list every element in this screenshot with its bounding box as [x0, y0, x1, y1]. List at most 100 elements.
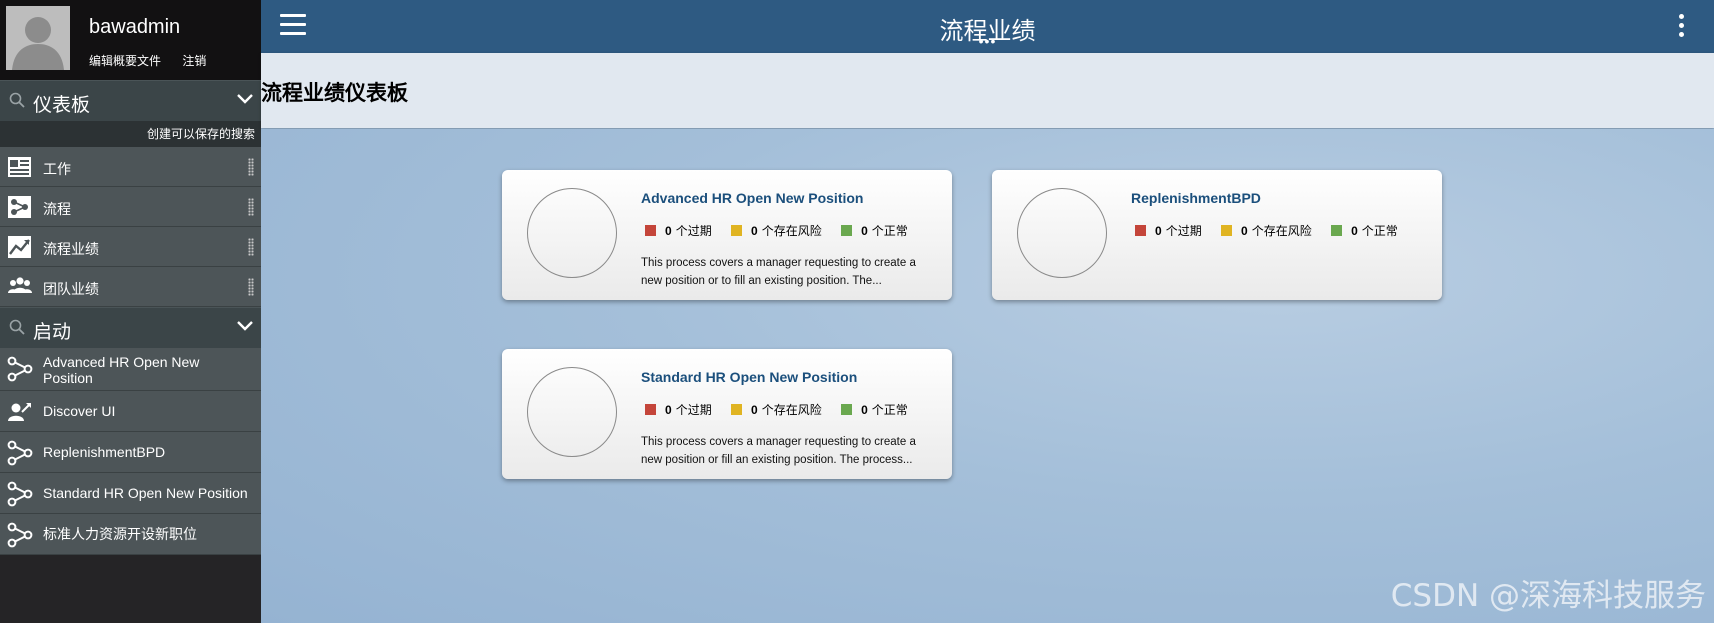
overdue-stat: 0 个过期	[645, 401, 712, 418]
launch-item-standard-hr-chinese[interactable]: 标准人力资源开设新职位	[0, 514, 261, 555]
on-track-status-icon	[841, 404, 853, 415]
sidebar-item-label: 工作	[43, 161, 71, 177]
overdue-status-icon	[645, 225, 656, 236]
discover-user-icon	[8, 403, 31, 421]
launch-item-label: Discover UI	[43, 403, 116, 419]
launch-item-label: ReplenishmentBPD	[43, 444, 166, 460]
drag-handle-icon[interactable]	[248, 238, 254, 256]
overdue-label: 个过期	[675, 403, 712, 417]
profile-panel: bawadmin 编辑概要文件 注销	[0, 0, 261, 80]
on-track-status-icon	[1331, 225, 1343, 236]
on-track-stat: 0 个正常	[841, 401, 908, 418]
user-silhouette-icon	[6, 6, 70, 70]
overdue-label: 个过期	[675, 224, 712, 238]
on-track-label: 个正常	[1361, 224, 1398, 238]
dashboards-section-header[interactable]: 仪表板	[0, 80, 261, 121]
launch-section-header[interactable]: 启动	[0, 307, 261, 348]
on-track-status-icon	[841, 225, 853, 236]
on-track-label: 个正常	[871, 403, 908, 417]
at-risk-stat: 0 个存在风险	[1221, 222, 1312, 239]
process-flow-icon	[7, 481, 33, 507]
at-risk-stat: 0 个存在风险	[731, 401, 822, 418]
overdue-status-icon	[1135, 225, 1146, 236]
process-status-summary: 0 个过期 0 个存在风险 0 个正常	[1135, 222, 1414, 239]
launch-item-label: Advanced HR Open New Position	[43, 354, 200, 386]
launch-item-advanced-hr[interactable]: Advanced HR Open New Position	[0, 348, 261, 391]
at-risk-label: 个存在风险	[1251, 224, 1312, 238]
launch-section-title: 启动	[33, 322, 72, 343]
launch-item-label: 标准人力资源开设新职位	[43, 526, 197, 542]
at-risk-status-icon	[1221, 225, 1233, 236]
process-card-title[interactable]: ReplenishmentBPD	[1131, 190, 1261, 206]
overdue-stat: 0 个过期	[1135, 222, 1202, 239]
create-saved-search-link[interactable]: 创建可以保存的搜索	[0, 121, 261, 147]
overdue-count: 0	[665, 403, 672, 417]
process-card-description: This process covers a manager requesting…	[641, 436, 916, 466]
on-track-count: 0	[861, 403, 868, 417]
process-card-title[interactable]: Standard HR Open New Position	[641, 369, 857, 385]
launch-item-replenishment[interactable]: ReplenishmentBPD	[0, 432, 261, 473]
process-card[interactable]: ReplenishmentBPD 0 个过期 0 个存在风险 0 个正常	[992, 170, 1442, 300]
process-flow-icon	[7, 522, 33, 548]
on-track-stat: 0 个正常	[841, 222, 908, 239]
sidebar-item-label: 流程业绩	[43, 241, 99, 257]
watermark: CSDN @深海科技服务	[1390, 578, 1706, 614]
logout-link[interactable]: 注销	[182, 54, 206, 68]
at-risk-status-icon	[731, 225, 743, 236]
process-flow-icon	[7, 440, 33, 466]
drag-handle-icon[interactable]	[248, 198, 254, 216]
overdue-count: 0	[1155, 224, 1162, 238]
on-track-stat: 0 个正常	[1331, 222, 1398, 239]
trend-icon	[8, 236, 31, 258]
process-status-summary: 0 个过期 0 个存在风险 0 个正常	[645, 222, 924, 239]
page-header: 流程业绩仪表板	[261, 53, 1714, 128]
at-risk-count: 0	[1241, 224, 1248, 238]
sidebar-item-process-performance[interactable]: 流程业绩	[0, 227, 261, 267]
sidebar-item-label: 团队业绩	[43, 281, 99, 297]
sidebar-item-label: 流程	[43, 201, 71, 217]
process-flow-icon	[7, 356, 33, 382]
at-risk-label: 个存在风险	[761, 224, 822, 238]
team-icon	[8, 277, 32, 293]
sidebar-item-team-performance[interactable]: 团队业绩	[0, 267, 261, 307]
chevron-down-icon[interactable]	[237, 93, 253, 105]
drag-handle-icon[interactable]	[248, 278, 254, 296]
process-card-description: This process covers a manager requesting…	[641, 257, 916, 287]
process-icon	[8, 196, 31, 218]
search-icon	[9, 92, 25, 108]
search-icon	[9, 319, 25, 335]
on-track-count: 0	[861, 224, 868, 238]
profile-links: 编辑概要文件 注销	[89, 52, 224, 69]
process-card[interactable]: Standard HR Open New Position 0 个过期 0 个存在风…	[502, 349, 952, 479]
process-card[interactable]: Advanced HR Open New Position 0 个过期 0 个存在风…	[502, 170, 952, 300]
at-risk-count: 0	[751, 224, 758, 238]
process-card-title[interactable]: Advanced HR Open New Position	[641, 190, 863, 206]
launch-item-standard-hr[interactable]: Standard HR Open New Position	[0, 473, 261, 514]
sidebar-item-work[interactable]: 工作	[0, 147, 261, 187]
overdue-label: 个过期	[1165, 224, 1202, 238]
status-donut-chart	[1017, 188, 1107, 278]
status-donut-chart	[527, 367, 617, 457]
on-track-label: 个正常	[871, 224, 908, 238]
title-dots-icon[interactable]: •••	[261, 34, 1714, 48]
overdue-status-icon	[645, 404, 656, 415]
at-risk-label: 个存在风险	[761, 403, 822, 417]
dashboard-content: Advanced HR Open New Position 0 个过期 0 个存在风…	[261, 129, 1714, 623]
dashboard-heading: 流程业绩仪表板	[261, 82, 408, 105]
at-risk-status-icon	[731, 404, 743, 415]
launch-item-label: Standard HR Open New Position	[43, 485, 248, 501]
on-track-count: 0	[1351, 224, 1358, 238]
sidebar: bawadmin 编辑概要文件 注销 仪表板 创建可以保存的搜索 工作 流程 流…	[0, 0, 261, 623]
overdue-count: 0	[665, 224, 672, 238]
sidebar-item-process[interactable]: 流程	[0, 187, 261, 227]
more-options-icon[interactable]	[1679, 14, 1685, 38]
launch-item-discover-ui[interactable]: Discover UI	[0, 391, 261, 432]
at-risk-count: 0	[751, 403, 758, 417]
chevron-down-icon[interactable]	[237, 320, 253, 332]
overdue-stat: 0 个过期	[645, 222, 712, 239]
avatar[interactable]	[6, 6, 70, 70]
work-icon	[8, 157, 31, 177]
drag-handle-icon[interactable]	[248, 158, 254, 176]
at-risk-stat: 0 个存在风险	[731, 222, 822, 239]
edit-profile-link[interactable]: 编辑概要文件	[89, 54, 161, 68]
